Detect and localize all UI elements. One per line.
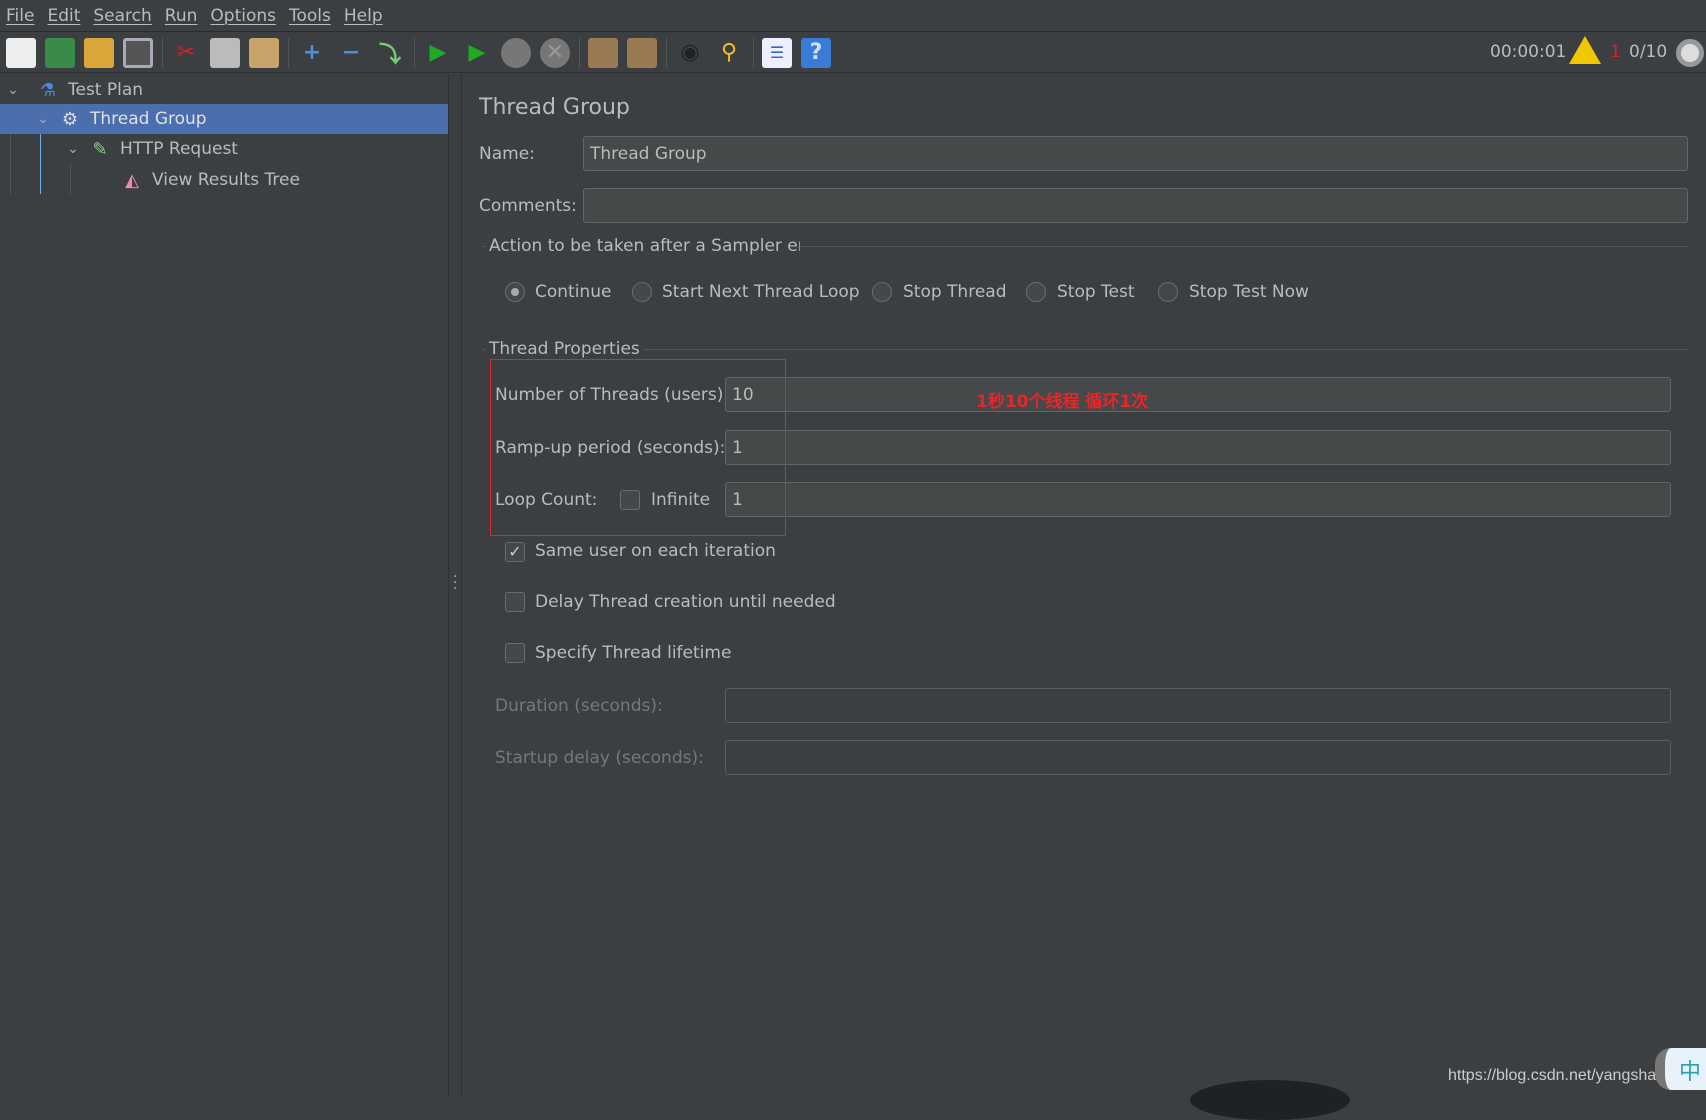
same-user-label[interactable]: Same user on each iteration	[535, 541, 776, 561]
warning-count: 1	[1610, 42, 1621, 62]
thread-lifetime-checkbox[interactable]	[505, 643, 525, 663]
warning-icon[interactable]	[1569, 36, 1601, 64]
radio-stop-test-label[interactable]: Stop Test	[1057, 282, 1135, 302]
delay-thread-label[interactable]: Delay Thread creation until needed	[535, 592, 836, 612]
chevron-down-icon[interactable]: ⌄	[36, 111, 50, 127]
toolbar: ✂ + − ⤵ ▶ ▶ ✕ ◉ ⚲ ☰ ?	[0, 33, 1706, 73]
shutdown-icon[interactable]: ✕	[540, 37, 570, 68]
name-label: Name:	[479, 144, 535, 164]
thread-section-title: Thread Properties	[486, 339, 643, 359]
radio-start-next-label[interactable]: Start Next Thread Loop	[662, 282, 860, 302]
cut-icon[interactable]: ✂	[171, 38, 201, 68]
menu-file[interactable]: File	[6, 6, 34, 26]
panel-title: Thread Group	[479, 95, 630, 120]
thread-count: 0/10	[1629, 42, 1668, 62]
open-icon[interactable]	[84, 37, 114, 68]
radio-stop-test-now[interactable]	[1158, 282, 1178, 302]
comments-input[interactable]	[583, 188, 1688, 223]
duration-input[interactable]	[725, 688, 1671, 723]
tree-item-test-plan[interactable]: ⌄ ⚗ Test Plan	[0, 75, 448, 105]
rampup-input[interactable]: 1	[725, 430, 1671, 465]
toggle-icon[interactable]: ⤵	[375, 38, 405, 68]
thread-lifetime-label[interactable]: Specify Thread lifetime	[535, 643, 731, 663]
radio-continue[interactable]	[505, 282, 525, 302]
new-icon[interactable]	[6, 37, 36, 68]
remote-status-icon	[1676, 39, 1704, 67]
gear-icon: ⚙	[61, 108, 79, 130]
tree-item-http-request[interactable]: ⌄ ✎ HTTP Request	[0, 134, 448, 164]
paste-icon[interactable]	[249, 37, 279, 68]
split-pane-divider[interactable]: · · ·	[448, 74, 462, 1096]
pipette-icon: ✎	[92, 138, 108, 160]
save-icon[interactable]	[123, 37, 153, 68]
menu-options[interactable]: Options	[210, 6, 276, 26]
help-icon[interactable]: ?	[801, 37, 831, 68]
start-no-pauses-icon[interactable]: ▶	[462, 38, 492, 68]
clear-icon[interactable]	[588, 37, 618, 68]
startup-delay-label: Startup delay (seconds):	[495, 748, 704, 768]
expand-icon[interactable]: +	[297, 38, 327, 68]
start-icon[interactable]: ▶	[423, 38, 453, 68]
radio-stop-thread[interactable]	[872, 282, 892, 302]
duration-label: Duration (seconds):	[495, 696, 663, 716]
menu-run[interactable]: Run	[165, 6, 198, 26]
menu-search[interactable]: Search	[93, 6, 151, 26]
annotation-box	[490, 359, 786, 536]
loop-count-input[interactable]: 1	[725, 482, 1671, 517]
search-binoculars-icon[interactable]: ◉	[675, 38, 705, 68]
floating-widget	[1190, 1080, 1350, 1120]
reset-search-broom-icon[interactable]: ⚲	[714, 38, 744, 68]
radio-start-next-thread-loop[interactable]	[632, 282, 652, 302]
ime-indicator[interactable]: 中	[1655, 1048, 1706, 1090]
copy-icon[interactable]	[210, 37, 240, 68]
startup-delay-input[interactable]	[725, 740, 1671, 775]
radio-stop-test-now-label[interactable]: Stop Test Now	[1189, 282, 1309, 302]
radio-stop-thread-label[interactable]: Stop Thread	[903, 282, 1007, 302]
flask-icon: ⚗	[39, 79, 57, 101]
menu-edit[interactable]: Edit	[47, 6, 80, 26]
tree-item-view-results-tree[interactable]: ◭ View Results Tree	[0, 165, 448, 195]
annotation-text: 1秒10个线程 循环1次	[976, 392, 1149, 412]
comments-label: Comments:	[479, 196, 577, 216]
templates-icon[interactable]	[45, 37, 75, 68]
same-user-checkbox[interactable]: ✓	[505, 542, 525, 562]
collapse-icon[interactable]: −	[336, 38, 366, 68]
radio-continue-label[interactable]: Continue	[535, 282, 611, 302]
radio-stop-test[interactable]	[1026, 282, 1046, 302]
elapsed-time: 00:00:01	[1490, 42, 1567, 62]
menu-tools[interactable]: Tools	[289, 6, 331, 26]
stop-icon[interactable]	[501, 37, 531, 68]
delay-thread-checkbox[interactable]	[505, 592, 525, 612]
chevron-down-icon[interactable]: ⌄	[6, 82, 20, 98]
function-helper-icon[interactable]: ☰	[762, 37, 792, 68]
chevron-down-icon[interactable]: ⌄	[66, 141, 80, 157]
tree-item-thread-group[interactable]: ⌄ ⚙ Thread Group	[0, 104, 448, 134]
clear-all-icon[interactable]	[627, 37, 657, 68]
chart-icon: ◭	[125, 169, 139, 191]
test-plan-tree: ⌄ ⚗ Test Plan ⌄ ⚙ Thread Group ⌄ ✎ HTTP …	[0, 74, 448, 1096]
name-input[interactable]: Thread Group	[583, 136, 1688, 171]
threads-input[interactable]: 10	[725, 377, 1671, 412]
menu-help[interactable]: Help	[344, 6, 383, 26]
error-section-title: Action to be taken after a Sampler error	[486, 236, 800, 256]
menu-bar: File Edit Search Run Options Tools Help	[0, 0, 1706, 32]
